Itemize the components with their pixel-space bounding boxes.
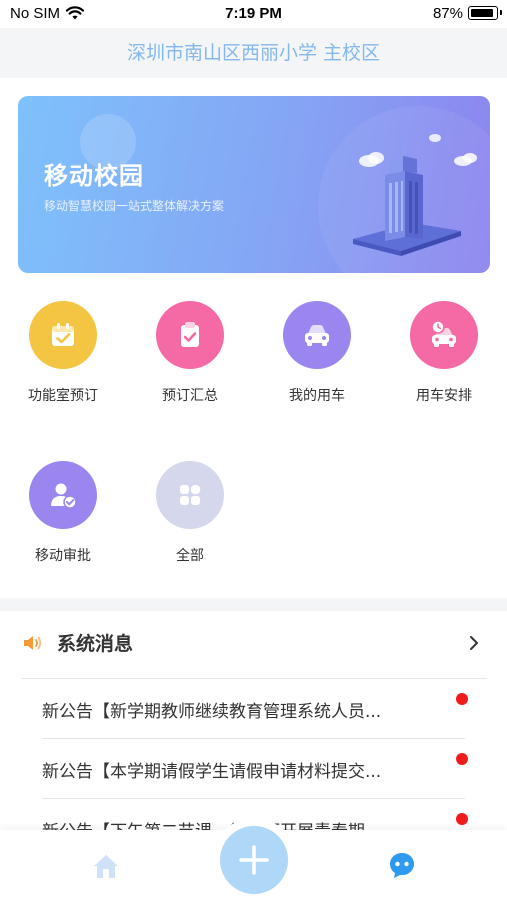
function-label: 全部 [176,548,204,564]
car-clock-icon [410,301,478,369]
function-room-booking[interactable]: 功能室预订 [0,301,126,405]
booking-summary[interactable]: 预订汇总 [127,301,253,405]
add-button[interactable] [220,826,288,894]
news-text: 新公告【新学期教师继续教育管理系统人员... [42,702,382,722]
news-section-title: 系统消息 [57,633,134,655]
add-icon [239,845,269,875]
home-icon[interactable] [91,852,121,880]
unread-dot [456,753,468,765]
unread-dot [456,693,468,705]
system-messages: 系统消息 新公告【新学期教师继续教育管理系统人员... 新公告【本学期请假学生请… [0,611,507,851]
unread-dot [456,813,468,825]
all-functions[interactable]: 全部 [127,461,253,565]
user-approve-icon [29,461,97,529]
grid-icon [156,461,224,529]
tab-bar [0,818,507,900]
clipboard-check-icon [156,301,224,369]
chat-icon[interactable] [387,850,417,880]
my-vehicle[interactable]: 我的用车 [254,301,380,405]
battery-percent: 87% [432,5,463,22]
speaker-icon [24,636,42,650]
function-label: 移动审批 [35,548,91,564]
battery-icon [468,6,502,20]
news-text: 新公告【本学期请假学生请假申请材料提交... [42,762,382,782]
campus-banner[interactable]: 移动校园 移动智慧校园一站式整体解决方案 [18,96,490,273]
building-illustration-icon [353,134,477,256]
school-title[interactable]: 深圳市南山区西丽小学 主校区 [0,28,507,78]
function-label: 用车安排 [416,388,472,404]
banner-title: 移动校园 [44,162,144,190]
vehicle-schedule[interactable]: 用车安排 [381,301,507,405]
function-label: 预订汇总 [162,388,218,404]
clock: 7:19 PM [225,5,282,22]
mobile-approval[interactable]: 移动审批 [0,461,126,565]
chevron-right-icon[interactable] [468,635,480,651]
car-icon [283,301,351,369]
main-content: 移动校园 移动智慧校园一站式整体解决方案 功能室预订 预订汇总 我的用车 用车安… [0,78,507,598]
function-label: 我的用车 [289,388,345,404]
function-label: 功能室预订 [28,388,98,404]
news-header[interactable]: 系统消息 [0,611,507,678]
calendar-check-icon [29,301,97,369]
news-item[interactable]: 新公告【本学期请假学生请假申请材料提交... [42,739,472,799]
news-item[interactable]: 新公告【新学期教师继续教育管理系统人员... [42,679,472,739]
status-bar: No SIM 7:19 PM 87% [0,0,507,28]
banner-subtitle: 移动智慧校园一站式整体解决方案 [44,199,225,213]
